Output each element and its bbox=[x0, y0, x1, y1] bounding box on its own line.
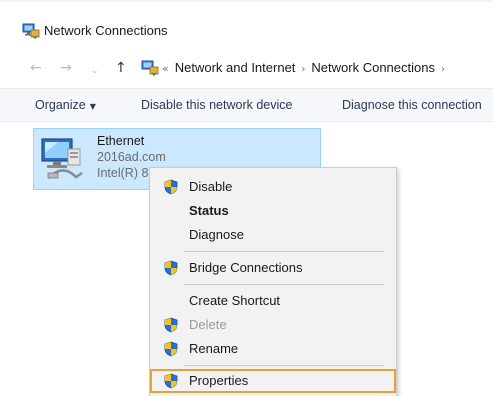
uac-shield-icon bbox=[164, 260, 178, 276]
uac-shield-icon bbox=[164, 373, 178, 389]
menu-item-diagnose[interactable]: Diagnose bbox=[150, 223, 396, 247]
connection-name: Ethernet bbox=[97, 134, 145, 148]
window-title: Network Connections bbox=[44, 23, 168, 38]
menu-item-label: Delete bbox=[189, 317, 227, 332]
menu-item-label: Properties bbox=[189, 373, 249, 388]
breadcrumb-overflow[interactable]: « bbox=[162, 62, 169, 75]
menu-item-label: Rename bbox=[189, 341, 239, 356]
menu-item-bridge-connections[interactable]: Bridge Connections bbox=[150, 256, 396, 280]
network-connections-icon bbox=[22, 23, 40, 39]
menu-item-status[interactable]: Status bbox=[150, 199, 396, 223]
organize-button[interactable]: Organize ▼ bbox=[35, 97, 96, 115]
menu-separator bbox=[184, 284, 384, 285]
chevron-down-icon: ▼ bbox=[89, 102, 96, 111]
menu-separator bbox=[184, 365, 384, 366]
diagnose-connection-button[interactable]: Diagnose this connection bbox=[342, 97, 482, 113]
control-panel-icon bbox=[141, 60, 159, 76]
disable-device-button[interactable]: Disable this network device bbox=[141, 97, 292, 113]
menu-item-label: Disable bbox=[189, 179, 233, 194]
recent-locations-dropdown[interactable]: ⌄ bbox=[91, 62, 99, 80]
menu-item-label: Bridge Connections bbox=[189, 260, 303, 275]
connection-domain: 2016ad.com bbox=[97, 150, 166, 164]
ethernet-adapter-icon bbox=[41, 138, 83, 179]
uac-shield-icon bbox=[164, 179, 178, 195]
title-bar: Network Connections bbox=[0, 18, 493, 46]
menu-item-rename[interactable]: Rename bbox=[150, 337, 396, 361]
breadcrumb-item-network-connections[interactable]: Network Connections bbox=[311, 60, 435, 75]
menu-item-label: Status bbox=[189, 203, 229, 218]
up-button[interactable]: ↑ bbox=[115, 59, 127, 77]
breadcrumb: « Network and Internet › Network Connection… bbox=[162, 59, 451, 79]
breadcrumb-separator[interactable]: › bbox=[301, 64, 305, 75]
menu-separator bbox=[184, 251, 384, 252]
address-bar: ← → ⌄ ↑ « Network and Internet › Network Co… bbox=[0, 54, 493, 82]
breadcrumb-separator[interactable]: › bbox=[441, 64, 445, 75]
back-button[interactable]: ← bbox=[30, 59, 42, 77]
menu-item-label: Create Shortcut bbox=[189, 293, 281, 308]
top-border bbox=[0, 0, 493, 2]
menu-item-create-shortcut[interactable]: Create Shortcut bbox=[150, 289, 396, 313]
uac-shield-icon bbox=[164, 317, 178, 333]
breadcrumb-item-network-and-internet[interactable]: Network and Internet bbox=[175, 60, 296, 75]
menu-item-label: Diagnose bbox=[189, 227, 244, 242]
network-connections-window: Network Connections ← → ⌄ ↑ « Network and… bbox=[0, 0, 493, 396]
uac-shield-icon bbox=[164, 341, 178, 357]
menu-item-properties[interactable]: Properties bbox=[150, 369, 396, 393]
context-menu: Disable Status Diagnose Bridge Connectio… bbox=[149, 167, 397, 396]
menu-item-delete: Delete bbox=[150, 313, 396, 337]
command-bar: Organize ▼ Disable this network device Di… bbox=[0, 88, 493, 122]
connection-adapter: Intel(R) 8 bbox=[97, 166, 149, 180]
organize-label: Organize bbox=[35, 98, 86, 112]
menu-item-disable[interactable]: Disable bbox=[150, 175, 396, 199]
forward-button[interactable]: → bbox=[60, 59, 72, 77]
